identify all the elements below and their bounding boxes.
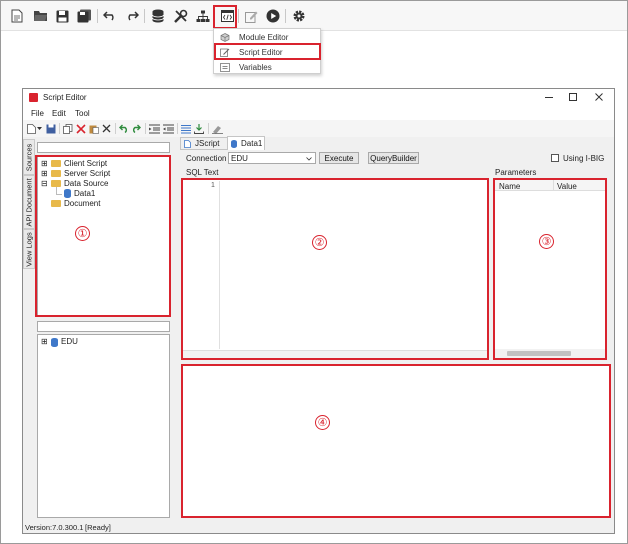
tab-label: Data1: [241, 139, 263, 148]
status-bar: Version:7.0.300.1 [Ready]: [23, 521, 614, 533]
indent-icon[interactable]: [149, 124, 160, 134]
script-editor-window: Script Editor File Edit Tool Sources API…: [22, 88, 615, 534]
settings-gear-icon[interactable]: [291, 8, 307, 24]
region-4-highlight: [181, 364, 611, 518]
cube-icon: [220, 32, 230, 42]
side-tab-strip: Sources API Document View Logs: [23, 137, 35, 521]
tab-label: Sources: [24, 143, 34, 171]
connection-value: EDU: [231, 153, 248, 163]
execute-button[interactable]: Execute: [319, 152, 359, 164]
tree-item-edu[interactable]: EDU: [61, 337, 78, 346]
menu-item-module-editor[interactable]: Module Editor: [216, 30, 319, 44]
tab-jscript[interactable]: JScript: [180, 137, 228, 150]
version-text: Version:7.0.300.1: [25, 523, 84, 532]
outdent-icon[interactable]: [163, 124, 174, 134]
chevron-down-icon: [306, 157, 312, 161]
save-icon[interactable]: [46, 124, 56, 134]
callout-1: ①: [75, 226, 90, 241]
save-all-icon[interactable]: [76, 8, 92, 24]
tab-label: API Document: [24, 177, 34, 227]
redo-icon[interactable]: [131, 124, 141, 133]
tab-data1[interactable]: Data1: [227, 136, 265, 150]
new-script-icon[interactable]: [27, 124, 36, 134]
connection-search-input[interactable]: [37, 321, 170, 332]
window-toolbar: [23, 120, 614, 137]
region-2-highlight: [181, 178, 489, 360]
delete-icon[interactable]: [102, 124, 111, 133]
region-3-highlight: [493, 178, 607, 360]
parameters-label: Parameters: [495, 168, 537, 177]
script-editor-button-highlight: [213, 5, 237, 29]
run-icon[interactable]: [265, 8, 281, 24]
open-folder-icon[interactable]: [32, 8, 48, 24]
database-icon: [51, 338, 58, 347]
cut-icon[interactable]: [76, 124, 86, 134]
region-1-highlight: [35, 155, 171, 317]
close-icon[interactable]: [595, 93, 603, 101]
connection-tree: ⊞ EDU: [37, 334, 170, 518]
sql-text-label: SQL Text: [186, 168, 219, 177]
callout-3: ③: [539, 234, 554, 249]
undo-icon[interactable]: [102, 8, 118, 24]
database-icon: [231, 139, 237, 148]
tab-view-logs[interactable]: View Logs: [23, 229, 35, 269]
menu-tool[interactable]: Tool: [75, 109, 90, 118]
tab-api-document[interactable]: API Document: [23, 175, 35, 229]
window-titlebar: Script Editor: [23, 89, 614, 107]
format-icon[interactable]: [212, 124, 223, 134]
callout-4: ④: [315, 415, 330, 430]
menu-file[interactable]: File: [31, 109, 44, 118]
tab-label: JScript: [195, 139, 220, 148]
callout-2: ②: [312, 235, 327, 250]
main-toolbar: [1, 1, 627, 31]
tools-icon[interactable]: [172, 8, 188, 24]
tree-search-input[interactable]: [37, 142, 170, 153]
script-file-icon: [184, 139, 191, 148]
database-icon[interactable]: [150, 8, 166, 24]
tab-sources[interactable]: Sources: [23, 139, 35, 175]
save-icon[interactable]: [54, 8, 70, 24]
using-ibig-checkbox[interactable]: [551, 154, 559, 162]
window-menubar: File Edit Tool: [23, 107, 614, 120]
expand-icon[interactable]: ⊞: [41, 337, 48, 346]
align-icon[interactable]: [181, 124, 191, 134]
edit-icon[interactable]: [243, 8, 259, 24]
connection-select[interactable]: EDU: [228, 152, 316, 164]
status-text: [Ready]: [85, 523, 111, 532]
menu-item-label: Module Editor: [239, 32, 289, 42]
app-logo-icon: [29, 93, 38, 102]
maximize-icon[interactable]: [569, 93, 577, 101]
minimize-icon[interactable]: [545, 97, 553, 98]
window-title: Script Editor: [43, 93, 87, 102]
hierarchy-icon[interactable]: [195, 8, 211, 24]
chevron-down-icon[interactable]: [37, 127, 42, 131]
connection-label: Connection: [186, 154, 227, 163]
variable-icon: [220, 62, 230, 72]
menu-item-label: Variables: [239, 62, 272, 72]
using-ibig-label: Using I-BIG: [563, 154, 605, 163]
menu-item-variables[interactable]: Variables: [216, 60, 319, 74]
copy-icon[interactable]: [63, 124, 73, 134]
tab-label: View Logs: [24, 231, 34, 267]
paste-icon[interactable]: [89, 124, 99, 134]
script-editor-menu-highlight: [214, 43, 321, 60]
import-icon[interactable]: [194, 124, 204, 134]
redo-icon[interactable]: [124, 8, 140, 24]
undo-icon[interactable]: [119, 124, 129, 133]
querybuilder-button[interactable]: QueryBuilder: [368, 152, 419, 164]
menu-edit[interactable]: Edit: [52, 109, 66, 118]
new-file-icon[interactable]: [9, 8, 25, 24]
